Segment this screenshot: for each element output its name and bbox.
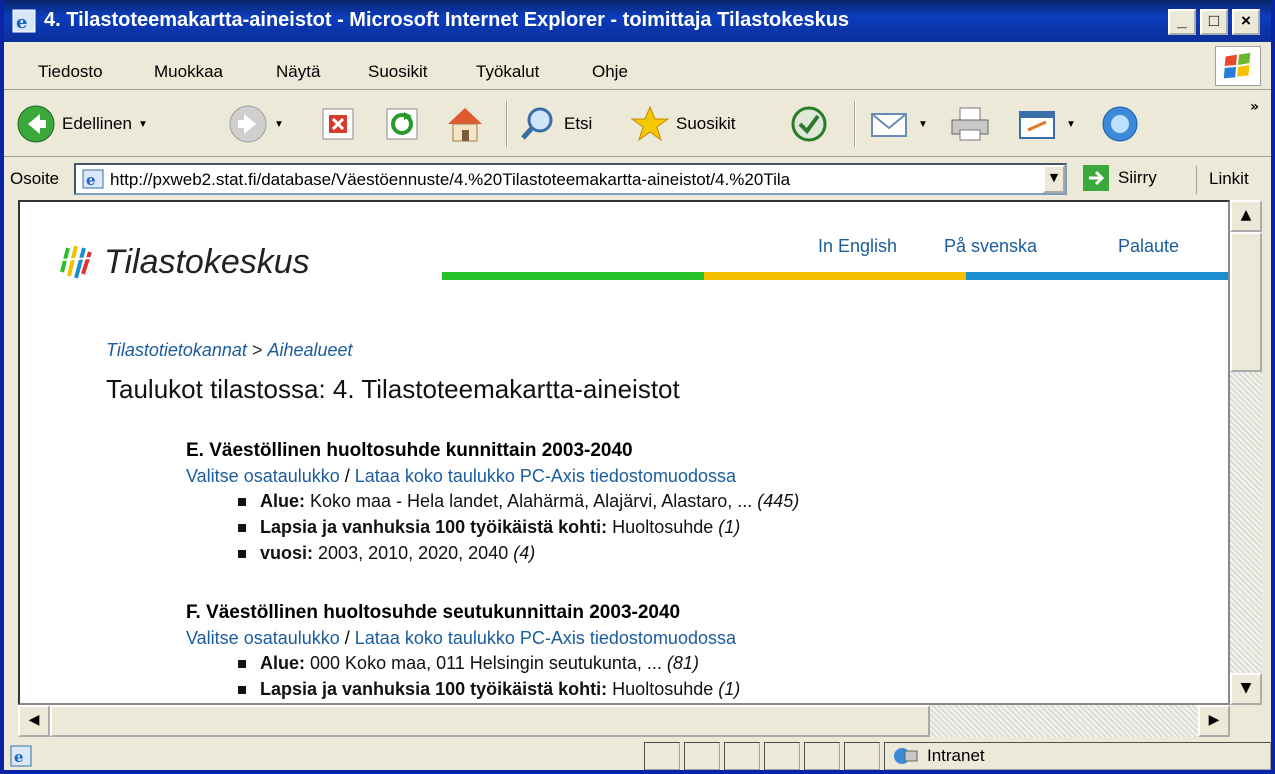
- list-item: Alue: Koko maa - Hela landet, Alahärmä, …: [238, 488, 799, 514]
- intranet-icon: [894, 748, 918, 764]
- breadcrumb: Tilastotietokannat > Aihealueet: [106, 340, 353, 361]
- messenger-button[interactable]: [1100, 102, 1140, 146]
- table-f-variables: Alue: 000 Koko maa, 011 Helsingin seutuk…: [238, 650, 740, 702]
- table-e-select-link[interactable]: Valitse osataulukko: [186, 466, 340, 486]
- media-button[interactable]: [788, 102, 830, 146]
- favorites-button[interactable]: Suosikit: [630, 102, 736, 146]
- home-icon: [448, 108, 482, 142]
- scroll-corner: [1230, 705, 1262, 737]
- menu-nayta[interactable]: Näytä: [276, 62, 320, 82]
- back-button[interactable]: Edellinen ▼: [16, 102, 148, 146]
- list-item: Lapsia ja vanhuksia 100 työikäistä kohti…: [238, 676, 740, 702]
- search-icon: [521, 107, 553, 140]
- edit-dropdown-icon[interactable]: ▼: [1066, 119, 1076, 130]
- list-item: vuosi: 2003, 2010, 2020, 2040 (4): [238, 540, 799, 566]
- table-e-title: E. Väestöllinen huoltosuhde kunnittain 2…: [186, 440, 633, 461]
- title-bar[interactable]: e 4. Tilastoteemakartta-aineistot - Micr…: [4, 0, 1271, 42]
- scroll-down-icon[interactable]: ▼: [1230, 673, 1262, 705]
- address-bar: Osoite e http://pxweb2.stat.fi/database/…: [4, 158, 1271, 200]
- pa-svenska-link[interactable]: På svenska: [944, 236, 1037, 257]
- address-dropdown-icon[interactable]: ▼: [1043, 165, 1065, 193]
- table-f-download-link[interactable]: Lataa koko taulukko PC-Axis tiedostomuod…: [355, 628, 736, 648]
- browser-window: e 4. Tilastoteemakartta-aineistot - Micr…: [0, 0, 1275, 774]
- window-title: 4. Tilastoteemakartta-aineistot - Micros…: [44, 9, 850, 31]
- vertical-scrollbar[interactable]: ▲ ▼: [1230, 200, 1262, 705]
- minimize-button[interactable]: _: [1168, 9, 1196, 35]
- back-arrow-icon: [17, 105, 55, 143]
- table-e-download-link[interactable]: Lataa koko taulukko PC-Axis tiedostomuod…: [355, 466, 736, 486]
- address-url: http://pxweb2.stat.fi/database/Väestöenn…: [110, 170, 791, 189]
- page-icon: e: [82, 169, 104, 189]
- close-button[interactable]: ×: [1232, 9, 1260, 35]
- security-zone: Intranet: [884, 742, 1271, 770]
- standard-toolbar: Edellinen ▼ ▼ Etsi Suosikit ▼ ▼ »: [4, 91, 1271, 157]
- back-dropdown-icon[interactable]: ▼: [138, 119, 148, 130]
- star-icon: [630, 105, 670, 142]
- breadcrumb-aihealueet-link[interactable]: Aihealueet: [267, 340, 352, 360]
- table-f-title: F. Väestöllinen huoltosuhde seutukunnitt…: [186, 602, 681, 623]
- horizontal-scroll-thumb[interactable]: [50, 705, 930, 737]
- logo-text: Tilastokeskus: [104, 242, 310, 281]
- svg-text:e: e: [86, 171, 96, 189]
- stop-icon: [322, 108, 354, 140]
- table-f-select-link[interactable]: Valitse osataulukko: [186, 628, 340, 648]
- svg-text:e: e: [16, 12, 27, 33]
- forward-dropdown-icon[interactable]: ▼: [274, 119, 284, 130]
- mail-button[interactable]: ▼: [868, 102, 928, 146]
- home-button[interactable]: [444, 102, 486, 146]
- address-input[interactable]: e http://pxweb2.stat.fi/database/Väestöe…: [74, 163, 1067, 195]
- links-button[interactable]: Linkit: [1196, 166, 1271, 194]
- table-e-variables: Alue: Koko maa - Hela landet, Alahärmä, …: [238, 488, 799, 566]
- print-button[interactable]: [948, 102, 992, 146]
- list-item: Alue: 000 Koko maa, 011 Helsingin seutuk…: [238, 650, 740, 676]
- address-label: Osoite: [10, 169, 60, 188]
- stop-button[interactable]: [320, 102, 356, 146]
- maximize-button[interactable]: □: [1200, 9, 1228, 35]
- refresh-icon: [386, 108, 418, 140]
- scroll-up-icon[interactable]: ▲: [1230, 200, 1262, 232]
- svg-text:e: e: [14, 748, 24, 766]
- scroll-left-icon[interactable]: ◀: [18, 705, 50, 737]
- toolbar-overflow-icon[interactable]: »: [1250, 99, 1259, 115]
- media-icon: [791, 106, 827, 142]
- table-entry-e: E. Väestöllinen huoltosuhde kunnittain 2…: [186, 438, 799, 566]
- ie-icon: e: [12, 9, 36, 33]
- go-arrow-icon: [1083, 165, 1109, 191]
- in-english-link[interactable]: In English: [818, 236, 897, 257]
- page-viewport: Tilastokeskus In English På svenska Pala…: [18, 200, 1230, 705]
- mail-dropdown-icon[interactable]: ▼: [918, 119, 928, 130]
- tilastokeskus-logo-icon: [59, 245, 93, 279]
- menu-bar: Tiedosto Muokkaa Näytä Suosikit Työkalut…: [4, 42, 1271, 90]
- print-icon: [951, 107, 989, 141]
- edit-button[interactable]: ▼: [1016, 102, 1076, 146]
- menu-tiedosto[interactable]: Tiedosto: [38, 62, 103, 82]
- vertical-scroll-thumb[interactable]: [1230, 232, 1262, 372]
- page-title: Taulukot tilastossa: 4. Tilastoteemakart…: [106, 374, 680, 404]
- forward-arrow-icon: [229, 105, 267, 143]
- menu-ohje[interactable]: Ohje: [592, 62, 628, 82]
- color-stripe: [442, 272, 1228, 280]
- menu-suosikit[interactable]: Suosikit: [368, 62, 428, 82]
- refresh-button[interactable]: [384, 102, 420, 146]
- status-bar: e Intranet: [4, 738, 1271, 774]
- scroll-right-icon[interactable]: ▶: [1198, 705, 1230, 737]
- page-status-icon: e: [10, 745, 32, 767]
- site-logo[interactable]: Tilastokeskus: [58, 242, 310, 282]
- mail-icon: [871, 113, 907, 137]
- search-button[interactable]: Etsi: [518, 102, 592, 146]
- breadcrumb-separator: >: [246, 340, 268, 360]
- menu-muokkaa[interactable]: Muokkaa: [154, 62, 223, 82]
- forward-button[interactable]: ▼: [228, 102, 284, 146]
- edit-icon: [1019, 111, 1055, 139]
- go-button[interactable]: Siirry: [1082, 164, 1157, 192]
- palaute-link[interactable]: Palaute: [1118, 236, 1179, 257]
- horizontal-scrollbar[interactable]: ◀ ▶: [18, 705, 1230, 737]
- windows-logo-icon: [1215, 46, 1261, 86]
- list-item: Lapsia ja vanhuksia 100 työikäistä kohti…: [238, 514, 799, 540]
- table-entry-f: F. Väestöllinen huoltosuhde seutukunnitt…: [186, 600, 740, 702]
- messenger-icon: [1102, 106, 1138, 142]
- menu-tyokalut[interactable]: Työkalut: [476, 62, 539, 82]
- breadcrumb-tilastotietokannat-link[interactable]: Tilastotietokannat: [106, 340, 247, 360]
